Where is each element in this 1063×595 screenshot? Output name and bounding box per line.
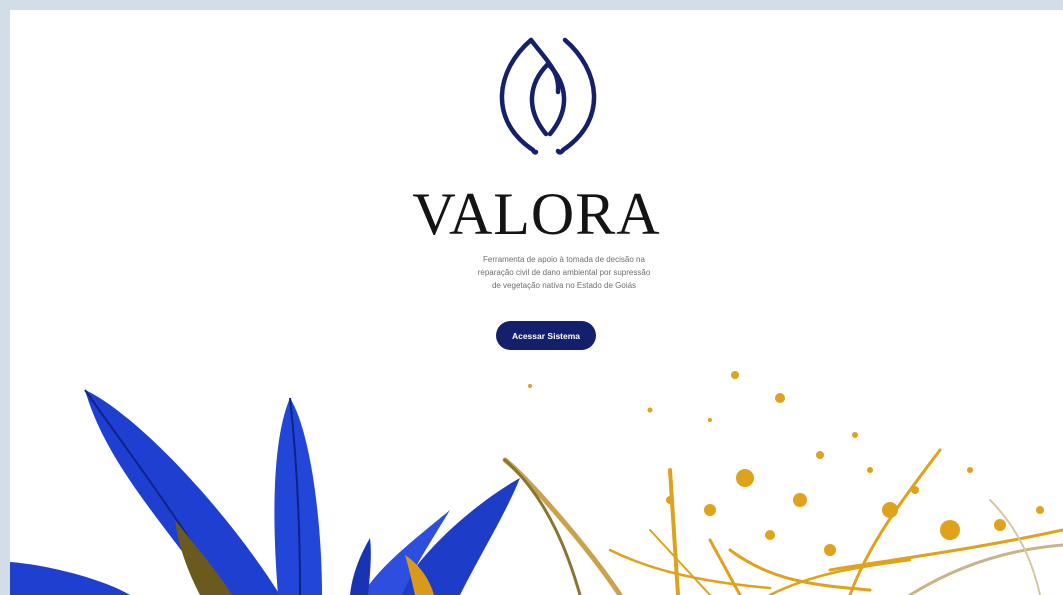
tagline: Ferramenta de apoio à tomada de decisão … [410, 253, 718, 292]
blue-leaves-image [10, 389, 520, 595]
tagline-line: Ferramenta de apoio à tomada de decisão … [483, 255, 645, 264]
landing-page: VALORA Ferramenta de apoio à tomada de d… [10, 10, 1063, 595]
paint-splatter-image [528, 371, 1044, 556]
brand-name: VALORA [412, 181, 661, 247]
tagline-line: reparação civil de dano ambiental por su… [477, 268, 651, 277]
access-system-button[interactable]: Acessar Sistema [496, 321, 596, 350]
tagline-line: de vegetação nativa no Estado de Goiás [491, 281, 637, 290]
hero-illustration [10, 371, 1063, 595]
valora-leaf-logo-icon [499, 37, 597, 155]
golden-straw-image [502, 448, 1063, 595]
